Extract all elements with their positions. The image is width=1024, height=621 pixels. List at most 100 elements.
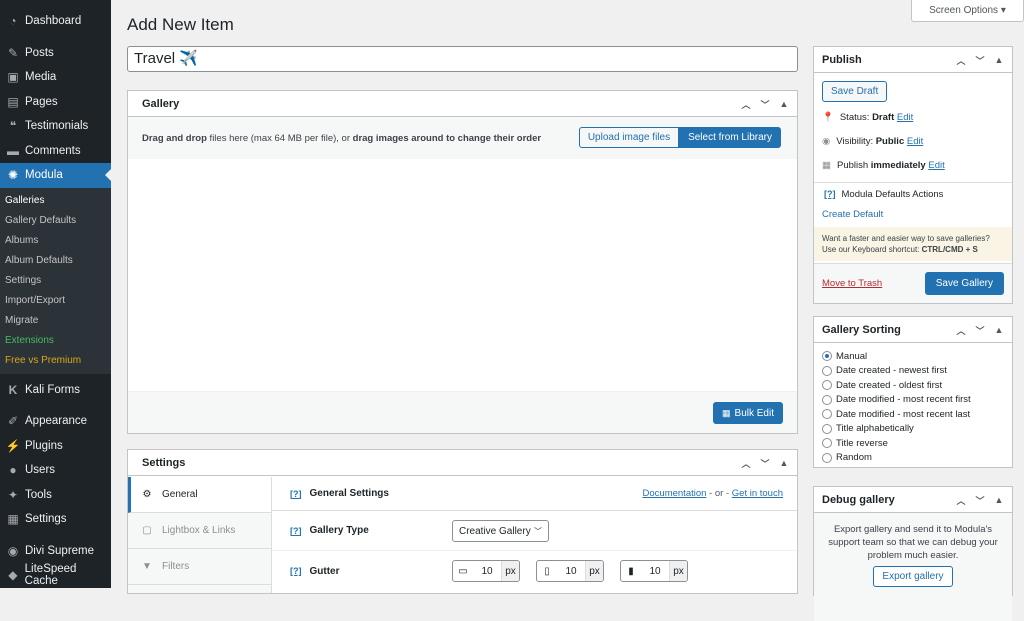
gutter-tablet-input[interactable]: ▯ 10 px	[536, 560, 604, 582]
tab-lightbox-links[interactable]: ▢ Lightbox & Links	[128, 513, 271, 549]
tab-general[interactable]: ⚙ General	[128, 477, 271, 513]
documentation-link[interactable]: Documentation	[643, 488, 707, 499]
debug-gallery-box: Debug gallery ︿ ﹀ ▲ Export gallery and sen…	[813, 486, 1013, 621]
bulk-edit-button[interactable]: ▦ Bulk Edit	[713, 402, 783, 424]
submenu-settings[interactable]: Settings	[0, 271, 111, 291]
tablet-icon: ▯	[544, 565, 550, 577]
general-settings-row: [?] General Settings Documentation - or …	[272, 477, 797, 511]
submenu-migrate[interactable]: Migrate	[0, 311, 111, 331]
edit-visibility-link[interactable]: Edit	[907, 136, 923, 147]
upload-image-button[interactable]: Upload image files	[578, 127, 680, 148]
edit-status-link[interactable]: Edit	[897, 112, 913, 123]
sorting-options: Manual Date created - newest first Date …	[814, 343, 1012, 465]
save-draft-button[interactable]: Save Draft	[822, 81, 888, 102]
settings-header: Settings ︿ ﹀ ▲	[128, 450, 797, 476]
gallery-type-select[interactable]: Creative Gallery ﹀	[452, 520, 549, 542]
sidebar-item-modula[interactable]: ✺ Modula	[0, 163, 111, 188]
radio	[822, 409, 832, 420]
sidebar-item-tools[interactable]: ✦ Tools	[0, 483, 111, 508]
help-link[interactable]: [?]	[290, 526, 302, 536]
submenu-albums[interactable]: Albums	[0, 231, 111, 251]
help-link[interactable]: [?]	[290, 566, 302, 576]
edit-publish-time-link[interactable]: Edit	[928, 160, 944, 171]
dashboard-icon: ◔	[9, 14, 17, 29]
create-default-link[interactable]: Create Default	[822, 205, 1004, 225]
radio-selected	[822, 351, 832, 362]
move-up-icon[interactable]: ︿	[954, 54, 968, 67]
move-up-icon[interactable]: ︿	[954, 494, 968, 507]
gallery-type-label: Gallery Type	[309, 525, 369, 536]
collapse-icon[interactable]: ▲	[777, 458, 791, 468]
collapse-icon[interactable]: ▲	[992, 325, 1006, 335]
move-down-icon[interactable]: ﹀	[758, 98, 772, 111]
sidebar-item-appearance[interactable]: ✐ Appearance	[0, 409, 111, 434]
move-down-icon[interactable]: ﹀	[973, 54, 987, 67]
sort-option-date-created-newest[interactable]: Date created - newest first	[814, 364, 1012, 379]
move-down-icon[interactable]: ﹀	[973, 324, 987, 337]
gutter-mobile-input[interactable]: ▮ 10 px	[620, 560, 688, 582]
sidebar-item-media[interactable]: ▣ Media	[0, 65, 111, 90]
gutter-desktop-input[interactable]: ▭ 10 px	[452, 560, 520, 582]
help-link[interactable]: [?]	[290, 489, 302, 499]
sort-option-title-alpha[interactable]: Title alphabetically	[814, 422, 1012, 437]
radio	[822, 365, 832, 376]
collapse-icon[interactable]: ▲	[992, 495, 1006, 505]
sidebar-item-dashboard[interactable]: ◔ Dashboard	[0, 9, 111, 34]
radio	[822, 394, 832, 405]
move-up-icon[interactable]: ︿	[954, 324, 968, 337]
move-to-trash-link[interactable]: Move to Trash	[822, 278, 882, 289]
plugin-icon: ⚡	[5, 438, 21, 453]
grid-icon: ▦	[722, 407, 731, 418]
screen-options-button[interactable]: Screen Options ▾	[911, 0, 1024, 22]
publish-header: Publish ︿ ﹀ ▲	[814, 47, 1012, 73]
sidebar-item-litespeed-cache[interactable]: ◆ LiteSpeed Cache	[0, 563, 111, 588]
sort-option-manual[interactable]: Manual	[814, 349, 1012, 364]
gallery-title: Gallery	[142, 97, 180, 110]
publish-footer: Move to Trash Save Gallery	[814, 263, 1012, 303]
modula-icon: ✺	[7, 168, 19, 183]
submenu-album-defaults[interactable]: Album Defaults	[0, 251, 111, 271]
title-input[interactable]: Travel ✈️	[127, 46, 798, 72]
wrench-icon: ✦	[7, 487, 19, 502]
save-gallery-button[interactable]: Save Gallery	[924, 272, 1004, 295]
sidebar-item-users[interactable]: ● Users	[0, 458, 111, 483]
sidebar-item-comments[interactable]: ▬ Comments	[0, 139, 111, 164]
sidebar-item-plugins[interactable]: ⚡ Plugins	[0, 434, 111, 459]
sidebar-item-testimonials[interactable]: ❝ Testimonials	[0, 114, 111, 139]
sidebar-item-divi-supreme[interactable]: ◉ Divi Supreme	[0, 539, 111, 564]
collapse-icon[interactable]: ▲	[777, 99, 791, 109]
gallery-drop-zone[interactable]	[128, 159, 797, 391]
help-link[interactable]: [?]	[824, 189, 836, 199]
select-from-library-button[interactable]: Select from Library	[679, 127, 781, 148]
collapse-icon[interactable]: ▲	[992, 55, 1006, 65]
radio	[822, 452, 832, 463]
keyboard-tip: Want a faster and easier way to save gal…	[814, 227, 1012, 261]
gallery-type-row: [?] Gallery Type Creative Gallery ﹀	[272, 511, 797, 551]
move-down-icon[interactable]: ﹀	[973, 494, 987, 507]
main-content: Add New Item Screen Options ▾ Travel ✈️ …	[111, 0, 1024, 621]
sort-option-date-modified-recent-last[interactable]: Date modified - most recent last	[814, 407, 1012, 422]
submenu-extensions[interactable]: Extensions	[0, 331, 111, 351]
sidebar-item-pages[interactable]: ▤ Pages	[0, 90, 111, 115]
sort-option-date-created-oldest[interactable]: Date created - oldest first	[814, 378, 1012, 393]
sort-option-date-modified-recent-first[interactable]: Date modified - most recent first	[814, 393, 1012, 408]
submenu-import-export[interactable]: Import/Export	[0, 291, 111, 311]
gallery-sorting-box: Gallery Sorting ︿ ﹀ ▲ Manual Date created …	[813, 316, 1013, 468]
k-icon: K	[8, 382, 18, 397]
sort-option-title-reverse[interactable]: Title reverse	[814, 436, 1012, 451]
move-up-icon[interactable]: ︿	[739, 98, 753, 111]
sort-option-random[interactable]: Random	[814, 451, 1012, 466]
sidebar-item-posts[interactable]: ✎ Posts	[0, 41, 111, 66]
sidebar-item-settings[interactable]: ▦ Settings	[0, 507, 111, 532]
tab-filters[interactable]: ▼ Filters	[128, 549, 271, 585]
submenu-galleries[interactable]: Galleries	[0, 191, 111, 211]
visibility-row: ◉ Visibility: Public Edit	[822, 136, 924, 147]
submenu-gallery-defaults[interactable]: Gallery Defaults	[0, 211, 111, 231]
export-gallery-button[interactable]: Export gallery	[873, 566, 953, 587]
submenu-free-vs-premium[interactable]: Free vs Premium	[0, 351, 111, 371]
move-up-icon[interactable]: ︿	[739, 457, 753, 470]
get-in-touch-link[interactable]: Get in touch	[732, 488, 783, 499]
sidebar-item-kali-forms[interactable]: K Kali Forms	[0, 378, 111, 403]
move-down-icon[interactable]: ﹀	[758, 457, 772, 470]
mobile-icon: ▮	[628, 565, 634, 577]
